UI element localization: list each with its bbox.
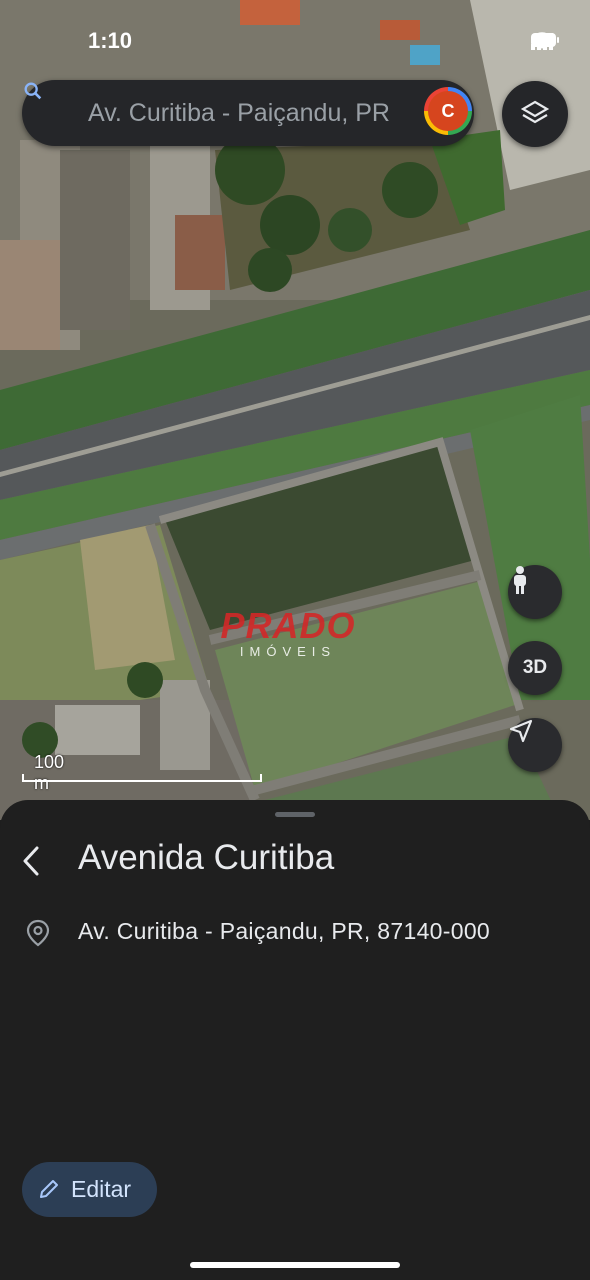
layers-icon <box>520 100 550 124</box>
pencil-icon <box>40 1180 58 1198</box>
status-bar: 1:10 <box>0 26 590 56</box>
battery-icon <box>531 33 559 47</box>
search-input[interactable]: Av. Curitiba - Paiçandu, PR <box>88 99 418 128</box>
layers-button[interactable] <box>502 81 568 147</box>
street-view-button[interactable] <box>508 565 562 619</box>
place-title: Avenida Curitiba <box>78 838 335 877</box>
back-arrow-icon[interactable] <box>18 844 46 878</box>
search-icon <box>24 82 42 100</box>
watermark-brand: PRADO <box>220 605 356 646</box>
home-indicator[interactable] <box>190 1262 400 1268</box>
scale-line <box>22 774 262 782</box>
search-bar[interactable]: Av. Curitiba - Paiçandu, PR <box>22 80 474 146</box>
satellite-map[interactable]: 1:10 Av. Curitiba - Paiçandu, PR C PRADO… <box>0 0 590 820</box>
avatar-letter: C <box>428 91 468 131</box>
location-pin-icon <box>26 919 50 947</box>
place-address[interactable]: Av. Curitiba - Paiçandu, PR, 87140-000 <box>78 918 490 945</box>
edit-label: Editar <box>71 1176 132 1202</box>
account-avatar[interactable]: C <box>424 87 472 135</box>
my-location-button[interactable] <box>508 718 562 772</box>
watermark-sub: IMÓVEIS <box>239 644 337 659</box>
scale-label: 100 m <box>34 752 65 793</box>
watermark: PRADO IMÓVEIS <box>208 605 368 660</box>
edit-button[interactable]: Editar <box>22 1162 157 1217</box>
pegman-icon <box>514 566 526 594</box>
place-sheet[interactable]: Avenida Curitiba Av. Curitiba - Paiçandu… <box>0 800 590 1280</box>
drag-handle[interactable] <box>275 812 315 817</box>
status-time: 1:10 <box>88 28 133 53</box>
3d-label: 3D <box>522 657 548 678</box>
navigation-arrow-icon <box>509 719 533 743</box>
3d-view-button[interactable]: 3D <box>508 641 562 695</box>
